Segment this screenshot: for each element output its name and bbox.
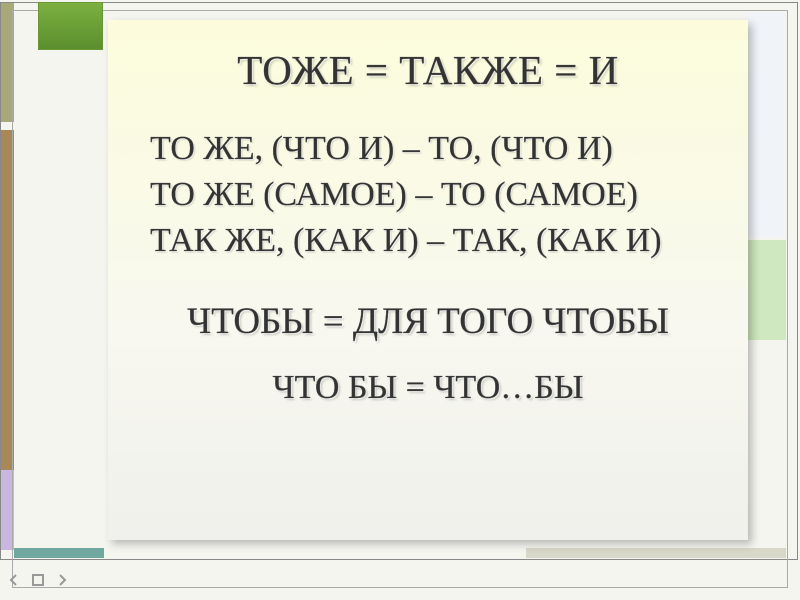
nav-prev-icon[interactable]: [6, 572, 22, 588]
nav-next-icon[interactable]: [54, 572, 70, 588]
body-line-1: ТО ЖЕ, (ЧТО И) – ТО, (ЧТО И): [150, 126, 728, 172]
subtitle-2: ЧТО БЫ = ЧТО…БЫ: [128, 369, 728, 407]
body-line-3: ТАК ЖЕ, (КАК И) – ТАК, (КАК И): [150, 218, 728, 264]
slide-content: ТОЖЕ = ТАКЖЕ = И ТО ЖЕ, (ЧТО И) – ТО, (Ч…: [108, 20, 748, 407]
body-block: ТО ЖЕ, (ЧТО И) – ТО, (ЧТО И) ТО ЖЕ (САМО…: [128, 126, 728, 264]
nav-menu-icon[interactable]: [30, 572, 46, 588]
deco-green-square: [38, 2, 103, 50]
subtitle-1: ЧТОБЫ = ДЛЯ ТОГО ЧТОБЫ: [128, 300, 728, 343]
slide-panel: ТОЖЕ = ТАКЖЕ = И ТО ЖЕ, (ЧТО И) – ТО, (Ч…: [108, 20, 748, 540]
slide-title: ТОЖЕ = ТАКЖЕ = И: [128, 46, 728, 94]
nav-controls: [6, 572, 70, 588]
body-line-2: ТО ЖЕ (САМОЕ) – ТО (САМОЕ): [150, 172, 728, 218]
